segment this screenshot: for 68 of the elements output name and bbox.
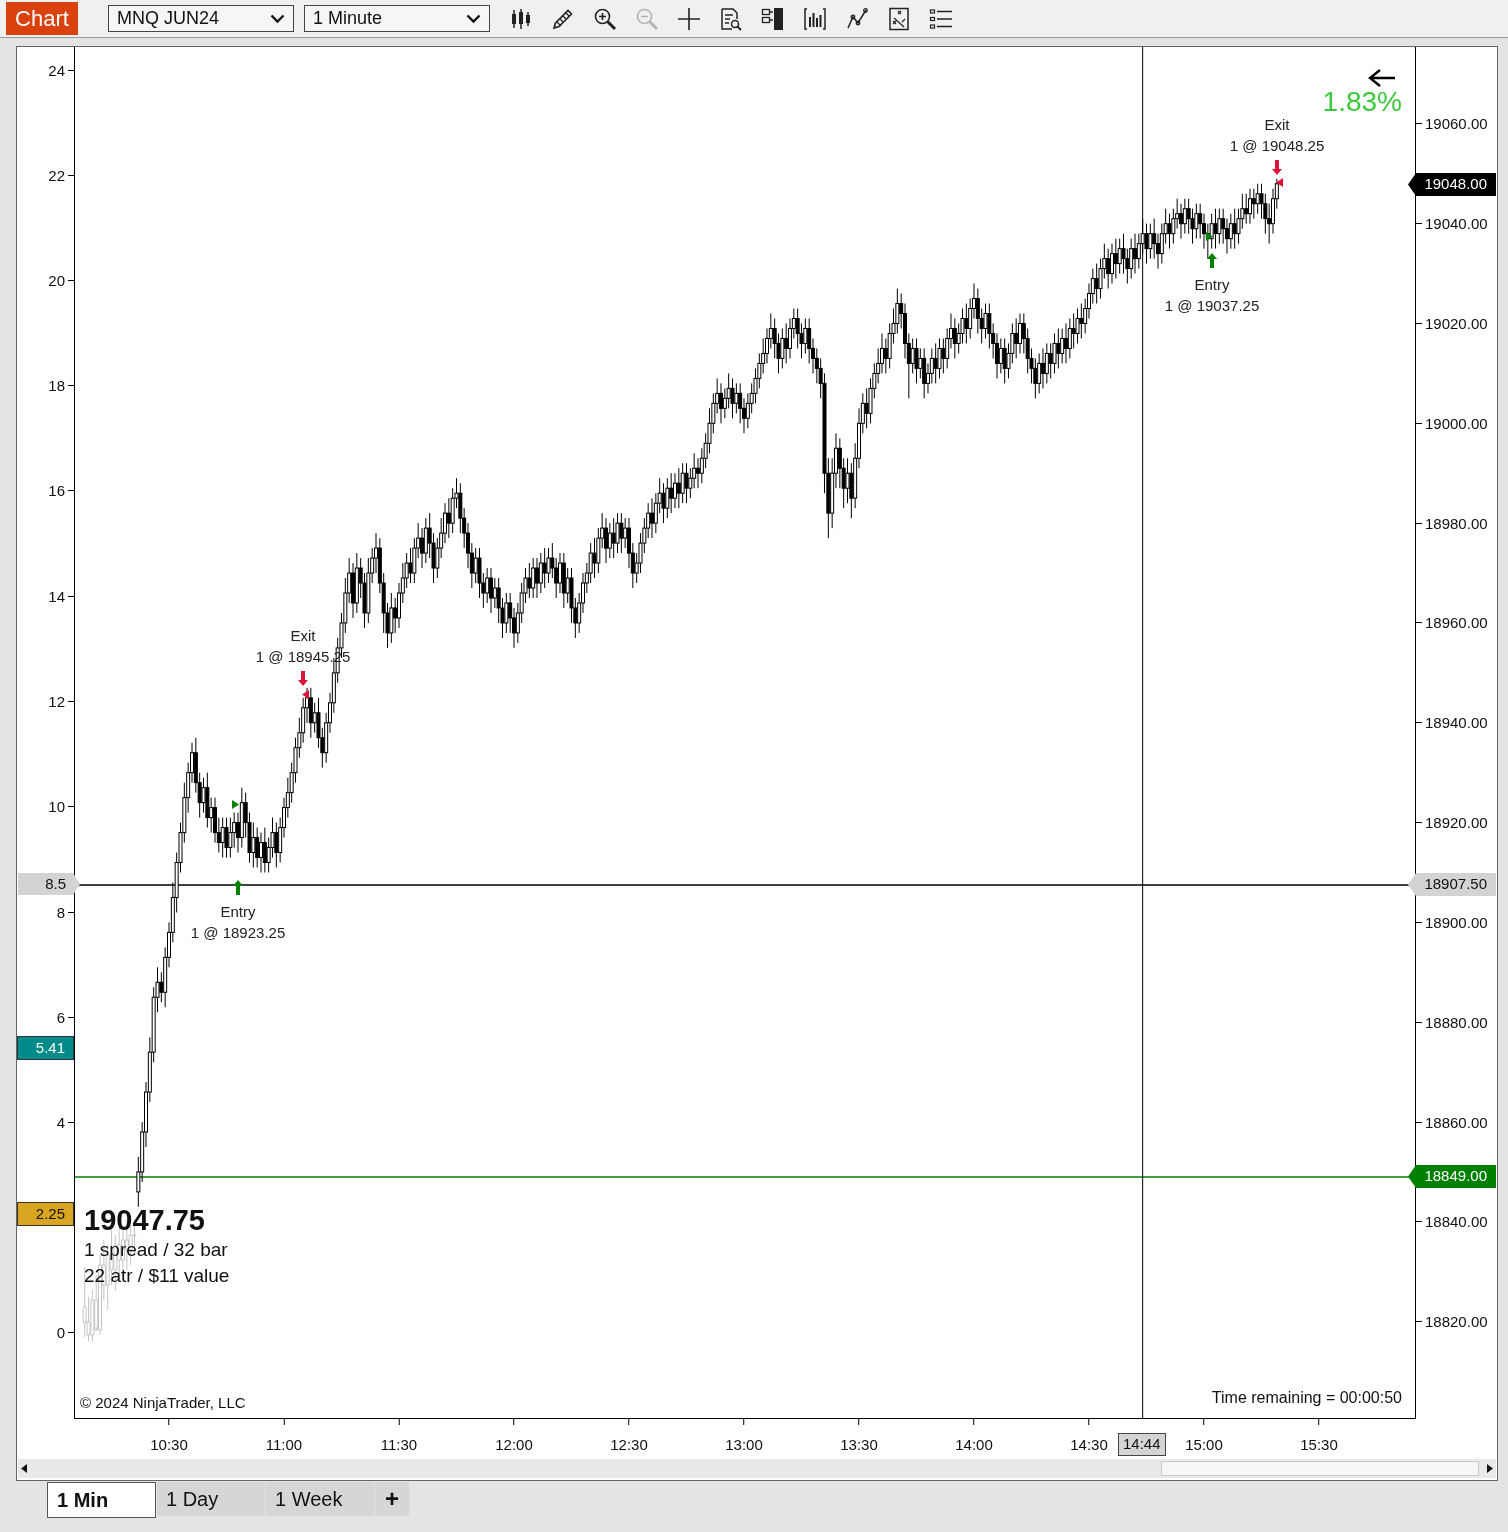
axis-label: 19060.00 (1416, 113, 1488, 134)
axis-label: 14 (48, 586, 74, 606)
axis-label: 18960.00 (1416, 612, 1488, 633)
axis-label: 10 (48, 796, 74, 816)
indicator-value-tag: 5.41 (18, 1037, 73, 1059)
time-axis-label: 11:00 (265, 1419, 303, 1452)
axis-label: 18920.00 (1416, 812, 1488, 833)
axis-label: 22 (48, 165, 74, 185)
axis-label: 18980.00 (1416, 513, 1488, 534)
indicator-value-tag: 8.5 (18, 873, 80, 895)
axis-label: 19000.00 (1416, 413, 1488, 434)
x-tick-label: 12:30 (610, 1436, 648, 1453)
axis-label: 24 (48, 60, 74, 80)
trade-label: Exit (290, 626, 316, 646)
time-axis-label: 11:30 (380, 1419, 418, 1452)
x-tick-label: 15:00 (1185, 1436, 1223, 1453)
price-tag: 18849.00 (1408, 1165, 1496, 1188)
axis-label: 16 (48, 480, 74, 500)
time-axis-label: 10:30 (150, 1419, 188, 1452)
x-tick-label: 10:30 (150, 1436, 188, 1453)
copyright-text: © 2024 NinjaTrader, LLC (80, 1394, 246, 1412)
x-tick-label: 14:00 (955, 1436, 993, 1453)
trade-label: Entry (220, 902, 256, 922)
axis-label: 18820.00 (1416, 1311, 1488, 1332)
time-axis-label: 14:30 (1070, 1419, 1108, 1452)
time-axis-label: 13:30 (840, 1419, 878, 1452)
time-axis-label: 12:00 (495, 1419, 533, 1452)
axis-label: 8 (56, 902, 74, 922)
crosshair-time-label: 14:44 (1118, 1433, 1166, 1456)
x-tick-label: 15:30 (1300, 1436, 1338, 1453)
x-tick-label: 11:30 (380, 1436, 418, 1453)
time-axis-label: 15:30 (1300, 1419, 1338, 1452)
x-tick-label: 13:00 (725, 1436, 763, 1453)
axis-label: 19020.00 (1416, 313, 1488, 334)
trade-label: Exit (1264, 115, 1290, 135)
price-tag: 18907.50 (1408, 873, 1496, 896)
axis-label: 18880.00 (1416, 1012, 1488, 1033)
axis-label: 4 (56, 1112, 74, 1132)
last-price: 19047.75 (84, 1203, 206, 1237)
axis-label: 18 (48, 375, 74, 395)
time-axis-label: 12:30 (610, 1419, 648, 1452)
price-tag: 19048.00 (1408, 173, 1496, 196)
time-axis-label: 14:00 (955, 1419, 993, 1452)
axis-label: 18840.00 (1416, 1211, 1488, 1232)
axis-label: 19040.00 (1416, 213, 1488, 234)
x-tick-label: 11:00 (265, 1436, 303, 1453)
axis-label: 20 (48, 270, 74, 290)
info-line: 1 spread / 32 bar (84, 1238, 229, 1262)
time-axis-label: 13:00 (725, 1419, 763, 1452)
window-title: Chart (6, 2, 78, 35)
trade-fill-price: 1 @ 19037.25 (1164, 296, 1260, 316)
trade-fill-price: 1 @ 19048.25 (1229, 136, 1325, 156)
axis-label: 12 (48, 691, 74, 711)
indicator-value-tag: 2.25 (18, 1203, 73, 1225)
axis-label: 18860.00 (1416, 1112, 1488, 1133)
x-tick-label: 12:00 (495, 1436, 533, 1453)
trade-label: Entry (1194, 275, 1230, 295)
x-tick-label: 13:30 (840, 1436, 878, 1453)
info-line: 22 atr / $11 value (84, 1264, 230, 1288)
axis-label: 6 (56, 1007, 74, 1027)
time-remaining-text: Time remaining = 00:00:50 (1211, 1389, 1402, 1407)
axis-label: 0 (56, 1322, 74, 1342)
trade-fill-price: 1 @ 18923.25 (190, 923, 286, 943)
axis-label: 18900.00 (1416, 912, 1488, 933)
x-tick-label: 14:30 (1070, 1436, 1108, 1453)
axis-label: 18940.00 (1416, 712, 1488, 733)
profit-percent: 1.83% (1322, 88, 1402, 116)
time-axis-label: 15:00 (1185, 1419, 1223, 1452)
